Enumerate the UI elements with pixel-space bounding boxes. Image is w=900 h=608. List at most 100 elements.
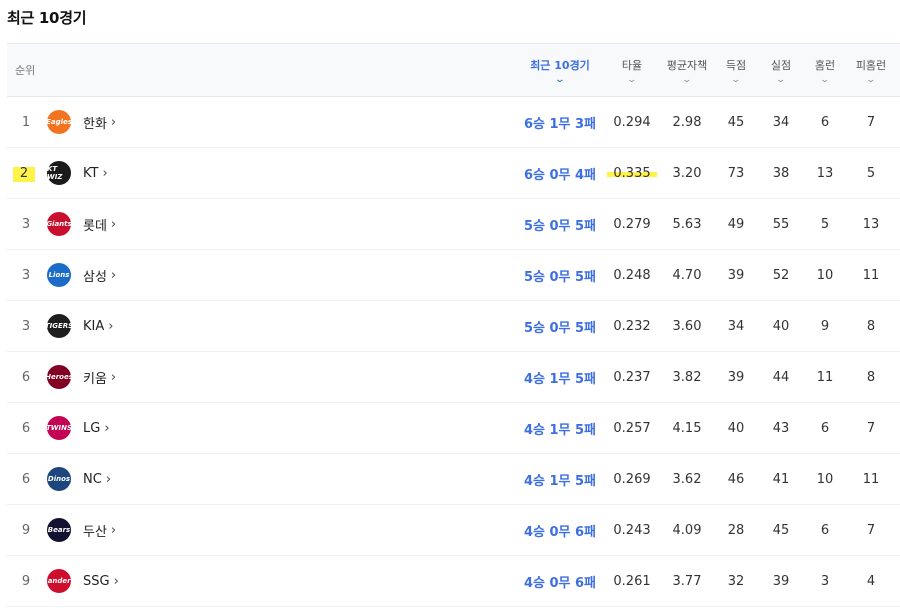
column-label-hr: 홈런 [814,58,836,72]
chevron-right-icon: › [110,114,117,130]
column-label-runs: 득점 [725,58,747,72]
column-header-hr-allowed[interactable]: 피홈런 ⌄ [849,44,893,96]
record-cell: 4승 1무 5패 [523,422,597,438]
team-link[interactable]: TWINS LG › [45,403,205,453]
table-header: 순위 최근 10경기 ⌄ 타율 ⌄ 평균자책 ⌄ 득점 ⌄ 실점 ⌄ 홈런 ⌄ … [7,43,900,97]
team-link[interactable]: Landers SSG › [43,556,205,606]
hr-allowed-cell: 4 [866,573,876,589]
runs-cell: 39 [727,267,745,283]
team-link[interactable]: Giants 롯데 › [45,199,205,249]
rank-cell: 2 [13,148,35,198]
table-row: 9 Landers SSG › 4승 0무 6패 0.261 3.77 32 3… [7,556,900,607]
allowed-cell: 55 [772,216,790,232]
chevron-right-icon: › [102,165,108,181]
team-link[interactable]: Bears 두산 › [45,505,205,555]
allowed-cell: 44 [772,369,790,385]
chevron-down-icon: ⌄ [554,74,566,85]
table-row: 6 Heroes 키움 › 4승 1무 5패 0.237 3.82 39 44 … [7,352,900,403]
column-header-avg[interactable]: 타율 ⌄ [612,44,652,96]
runs-cell: 46 [727,471,745,487]
column-header-allowed[interactable]: 실점 ⌄ [761,44,801,96]
allowed-cell: 38 [772,165,790,181]
avg-cell: 0.279 [613,216,651,232]
chevron-right-icon: › [105,471,112,487]
team-link[interactable]: Heroes 키움 › [45,352,205,402]
team-link[interactable]: Lions 삼성 › [45,250,205,300]
chevron-right-icon: › [110,522,117,538]
record-cell: 6승 0무 4패 [523,167,597,183]
hr-cell: 11 [816,369,834,385]
record-cell: 5승 0무 5패 [523,269,597,285]
rank-cell: 1 [21,114,31,130]
avg-cell: 0.261 [613,573,651,589]
era-cell: 5.63 [672,216,702,232]
column-header-runs[interactable]: 득점 ⌄ [716,44,756,96]
team-link[interactable]: KT WIZ KT › [45,148,205,198]
hr-allowed-cell: 8 [866,369,876,385]
chevron-right-icon: › [108,318,114,334]
team-logo-icon: Giants [45,210,73,238]
column-label-avg: 타율 [621,58,643,72]
avg-cell: 0.232 [613,318,651,334]
avg-cell-highlighted: 0.335 [605,148,659,198]
era-cell: 4.70 [672,267,702,283]
table-row: 9 Bears 두산 › 4승 0무 6패 0.243 4.09 28 45 6… [7,505,900,556]
team-name: KIA [83,318,105,334]
hr-allowed-cell: 5 [866,165,876,181]
record-cell: 4승 0무 6패 [523,524,597,540]
rank-cell: 6 [21,471,31,487]
team-link[interactable]: TIGERS KIA › [45,301,205,351]
column-label-era: 평균자책 [666,58,708,72]
hr-cell: 6 [820,114,830,130]
chevron-down-icon: ⌄ [730,74,742,85]
avg-cell: 0.248 [613,267,651,283]
hr-cell: 5 [820,216,830,232]
recent-10-games-table: 순위 최근 10경기 ⌄ 타율 ⌄ 평균자책 ⌄ 득점 ⌄ 실점 ⌄ 홈런 ⌄ … [7,43,900,607]
table-row: 6 TWINS LG › 4승 1무 5패 0.257 4.15 40 43 6… [7,403,900,454]
chevron-right-icon: › [104,420,110,436]
team-name: KT [83,165,99,181]
allowed-cell: 43 [772,420,790,436]
era-cell: 3.77 [672,573,702,589]
team-name: 두산 [83,524,107,540]
column-header-rank[interactable]: 순위 [15,44,55,96]
hr-cell: 6 [820,420,830,436]
table-row: 2 KT WIZ KT › 6승 0무 4패 0.335 3.20 73 38 … [7,148,900,199]
column-header-hr[interactable]: 홈런 ⌄ [805,44,845,96]
runs-cell: 40 [727,420,745,436]
runs-cell: 39 [727,369,745,385]
allowed-cell: 40 [772,318,790,334]
avg-cell: 0.294 [613,114,651,130]
hr-cell: 3 [820,573,830,589]
team-logo-icon: KT WIZ [45,159,73,187]
runs-cell: 34 [727,318,745,334]
chevron-down-icon: ⌄ [626,74,638,85]
table-row: 3 Lions 삼성 › 5승 0무 5패 0.248 4.70 39 52 1… [7,250,900,301]
rank-cell: 6 [21,369,31,385]
avg-cell: 0.257 [613,420,651,436]
team-link[interactable]: Eagles 한화 › [45,97,205,147]
hr-cell: 10 [816,267,834,283]
column-label-allowed: 실점 [770,58,792,72]
chevron-right-icon: › [110,267,117,283]
team-logo-icon: Dinos [45,465,73,493]
hr-allowed-cell: 7 [866,522,876,538]
hr-allowed-cell: 13 [862,216,880,232]
rank-cell: 9 [21,522,31,538]
era-cell: 4.09 [672,522,702,538]
avg-cell: 0.269 [613,471,651,487]
chevron-down-icon: ⌄ [865,74,877,85]
team-link[interactable]: Dinos NC › [45,454,205,504]
column-header-era[interactable]: 평균자책 ⌄ [662,44,712,96]
table-row: 6 Dinos NC › 4승 1무 5패 0.269 3.62 46 41 1… [7,454,900,505]
team-name: LG [83,420,101,436]
column-label-hr-allowed: 피홈런 [855,58,887,72]
column-header-recent10[interactable]: 최근 10경기 ⌄ [520,44,600,96]
chevron-right-icon: › [110,369,117,385]
era-cell: 2.98 [672,114,702,130]
allowed-cell: 52 [772,267,790,283]
hr-cell: 10 [816,471,834,487]
chevron-right-icon: › [113,573,119,589]
chevron-right-icon: › [110,216,117,232]
runs-cell: 49 [727,216,745,232]
